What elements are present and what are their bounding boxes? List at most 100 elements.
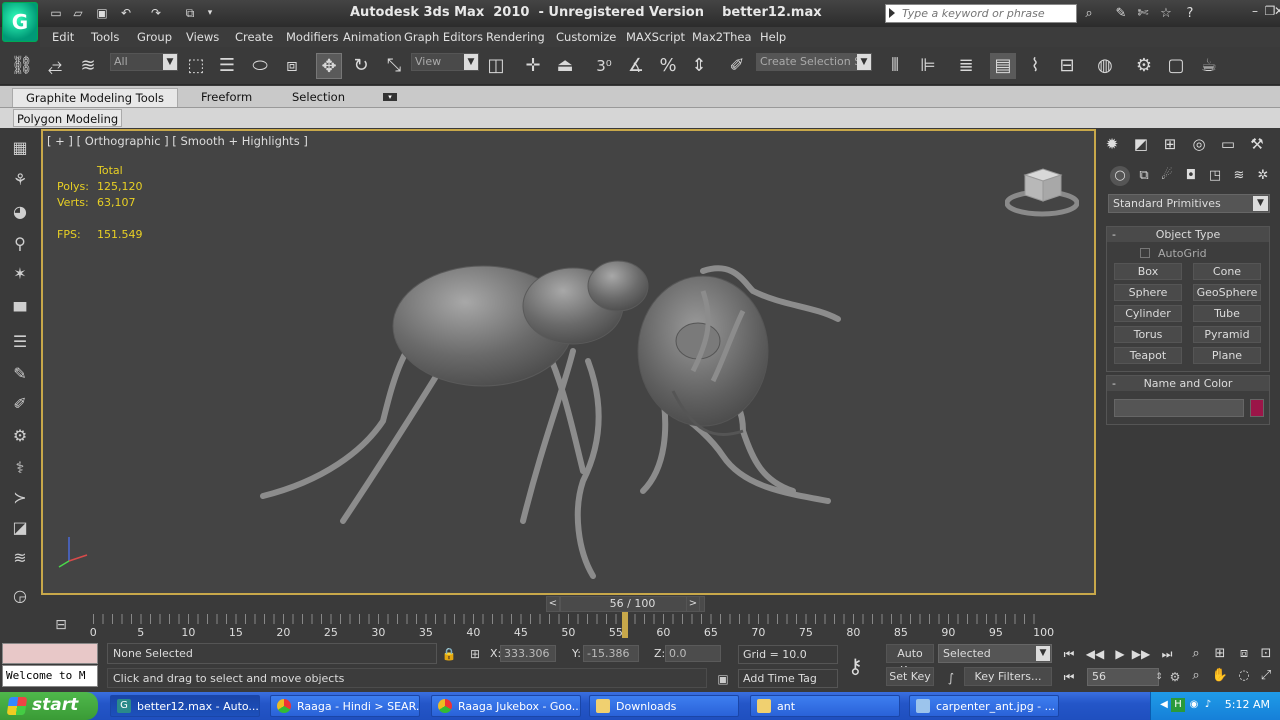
ribbon-options-icon[interactable]: ▾	[383, 93, 397, 101]
default-in-out-tangents-icon[interactable]: ∫	[942, 669, 960, 687]
help-icon[interactable]: ?	[1181, 5, 1199, 23]
key-filters-button[interactable]: Key Filters...	[964, 667, 1052, 686]
object-type-header[interactable]: - Object Type	[1107, 227, 1269, 242]
viewport-orthographic[interactable]: [ + ] [ Orthographic ] [ Smooth + Highli…	[41, 129, 1096, 595]
maximize-viewport-icon[interactable]: ⤢	[1256, 666, 1276, 686]
quick-access-dropdown-icon[interactable]: ▾	[202, 5, 218, 21]
close-icon[interactable]: ✕	[1274, 4, 1280, 20]
search-expand-icon[interactable]	[889, 8, 895, 18]
name-and-color-header[interactable]: - Name and Color	[1107, 376, 1269, 391]
pivot-center-icon[interactable]: ◫	[483, 53, 509, 79]
lock-icon[interactable]: 🔒	[440, 645, 458, 663]
fish-icon[interactable]: ≻	[8, 486, 32, 510]
search-input[interactable]	[902, 5, 1076, 22]
open-file-icon[interactable]: ▱	[70, 5, 86, 21]
orbit-icon[interactable]: ◌	[1234, 666, 1254, 686]
go-to-start-icon[interactable]: ⏮	[1059, 645, 1079, 663]
create-tab-icon[interactable]: ✹	[1101, 133, 1123, 155]
menu-views[interactable]: Views	[186, 30, 219, 44]
undo-icon[interactable]: ↶	[118, 5, 134, 21]
unlink-icon[interactable]: ⥄	[42, 53, 68, 79]
shapes-icon[interactable]: ⧉	[1134, 166, 1154, 186]
object-color-swatch[interactable]	[1250, 399, 1264, 417]
y-coordinate-field[interactable]: -15.386	[583, 645, 639, 662]
taskbar-item-raaga-jukebox[interactable]: Raaga Jukebox - Goo...	[431, 695, 581, 717]
tray-h-icon[interactable]: H	[1171, 698, 1185, 712]
time-slider-thumb[interactable]: 56 / 100	[560, 596, 705, 612]
utilities-tab-icon[interactable]: ⚒	[1246, 133, 1268, 155]
align-icon[interactable]: ⊫	[915, 53, 941, 79]
select-and-manipulate-icon[interactable]: ✛	[520, 53, 546, 79]
render-setup-icon[interactable]: ⚙	[1131, 53, 1157, 79]
lights-icon[interactable]: ☄	[1157, 166, 1177, 186]
named-selection-dropdown[interactable]: Create Selection Se ▼	[756, 53, 872, 71]
torus-button[interactable]: Torus	[1114, 326, 1182, 343]
select-and-rotate-icon[interactable]: ↻	[348, 53, 374, 79]
set-key-button[interactable]: Set Key	[886, 667, 934, 686]
go-to-end-icon[interactable]: ⏭	[1157, 645, 1177, 663]
helpers-icon[interactable]: ◳	[1205, 166, 1225, 186]
menu-graph-editors[interactable]: Graph Editors	[404, 30, 483, 44]
tube-button[interactable]: Tube	[1193, 305, 1261, 322]
box-tool-icon[interactable]: ◪	[8, 516, 32, 540]
cylinder-button[interactable]: Cylinder	[1114, 305, 1182, 322]
cloth-icon[interactable]: ⚘	[8, 168, 32, 192]
cone-button[interactable]: Cone	[1193, 263, 1261, 280]
pencil-icon[interactable]: ✎	[8, 362, 32, 386]
current-frame-marker[interactable]	[622, 612, 628, 638]
next-frame-icon[interactable]: >	[686, 596, 700, 612]
menu-animation[interactable]: Animation	[343, 30, 402, 44]
mini-curve-editor-icon[interactable]: ⊟	[52, 617, 70, 635]
binoculars-icon[interactable]: ⌕	[1080, 5, 1098, 23]
key-icon[interactable]: ⚷	[848, 654, 863, 678]
tray-network-icon[interactable]: ◉	[1187, 698, 1201, 712]
pyramid-button[interactable]: Pyramid	[1193, 326, 1261, 343]
geosphere-button[interactable]: GeoSphere	[1193, 284, 1261, 301]
start-button[interactable]: start	[0, 692, 98, 720]
edit-named-selection-icon[interactable]: ✐	[724, 53, 750, 79]
menu-help[interactable]: Help	[760, 30, 786, 44]
layers-icon[interactable]: ☰	[8, 330, 32, 354]
plane-button[interactable]: Plane	[1193, 347, 1261, 364]
taskbar-item-raaga-search[interactable]: Raaga - Hindi > SEAR...	[270, 695, 420, 717]
tab-freeform[interactable]: Freeform	[193, 88, 260, 107]
geometry-icon[interactable]: ○	[1110, 166, 1130, 186]
time-configuration-icon[interactable]: ⚙	[1166, 668, 1184, 686]
time-tag-icon[interactable]: ▣	[714, 670, 732, 688]
minimize-icon[interactable]: –	[1248, 4, 1262, 20]
object-name-field[interactable]	[1114, 399, 1244, 417]
menu-modifiers[interactable]: Modifiers	[286, 30, 339, 44]
gear-icon[interactable]: ⚙	[8, 424, 32, 448]
bone-icon[interactable]: ⚕	[8, 456, 32, 480]
space-warps-icon[interactable]: ≋	[1229, 166, 1249, 186]
curve-editor-icon[interactable]: ⌇	[1022, 53, 1048, 79]
menu-max2thea[interactable]: Max2Thea	[692, 30, 752, 44]
redo-icon[interactable]: ↷	[148, 5, 164, 21]
teapot-icon[interactable]: ◶	[8, 584, 32, 608]
reference-coordinate-dropdown[interactable]: View ▼	[411, 53, 479, 71]
material-editor-icon[interactable]: ◍	[1092, 53, 1118, 79]
star-icon[interactable]: ☆	[1157, 5, 1175, 23]
ant-model[interactable]	[243, 231, 863, 591]
angle-snap-icon[interactable]: ∡	[623, 53, 649, 79]
current-frame-field[interactable]: 56	[1087, 668, 1159, 686]
pan-view-icon[interactable]: ✋	[1210, 666, 1230, 686]
previous-key-icon[interactable]: ◀◀	[1085, 645, 1105, 663]
percent-snap-icon[interactable]: %	[655, 53, 681, 79]
spinner-snap-icon[interactable]: ⇕	[686, 53, 712, 79]
systems-icon[interactable]: ✲	[1253, 166, 1273, 186]
rendered-frame-window-icon[interactable]: ▢	[1163, 53, 1189, 79]
maxscript-listener-mini[interactable]	[2, 643, 98, 664]
menu-edit[interactable]: Edit	[52, 30, 74, 44]
zoom-region-icon[interactable]: ⌕	[1186, 666, 1206, 686]
hierarchy-tab-icon[interactable]: ⊞	[1159, 133, 1181, 155]
play-icon[interactable]: ▶	[1110, 645, 1130, 663]
zoom-extents-icon[interactable]: ⧈	[1234, 644, 1254, 664]
select-and-link-icon[interactable]: ⛓	[9, 53, 35, 79]
menu-maxscript[interactable]: MAXScript	[626, 30, 685, 44]
z-coordinate-field[interactable]: 0.0	[665, 645, 721, 662]
tab-selection[interactable]: Selection	[284, 88, 353, 107]
menu-create[interactable]: Create	[235, 30, 273, 44]
maxscript-welcome[interactable]: Welcome to M	[2, 665, 98, 687]
search-box[interactable]	[885, 4, 1077, 23]
